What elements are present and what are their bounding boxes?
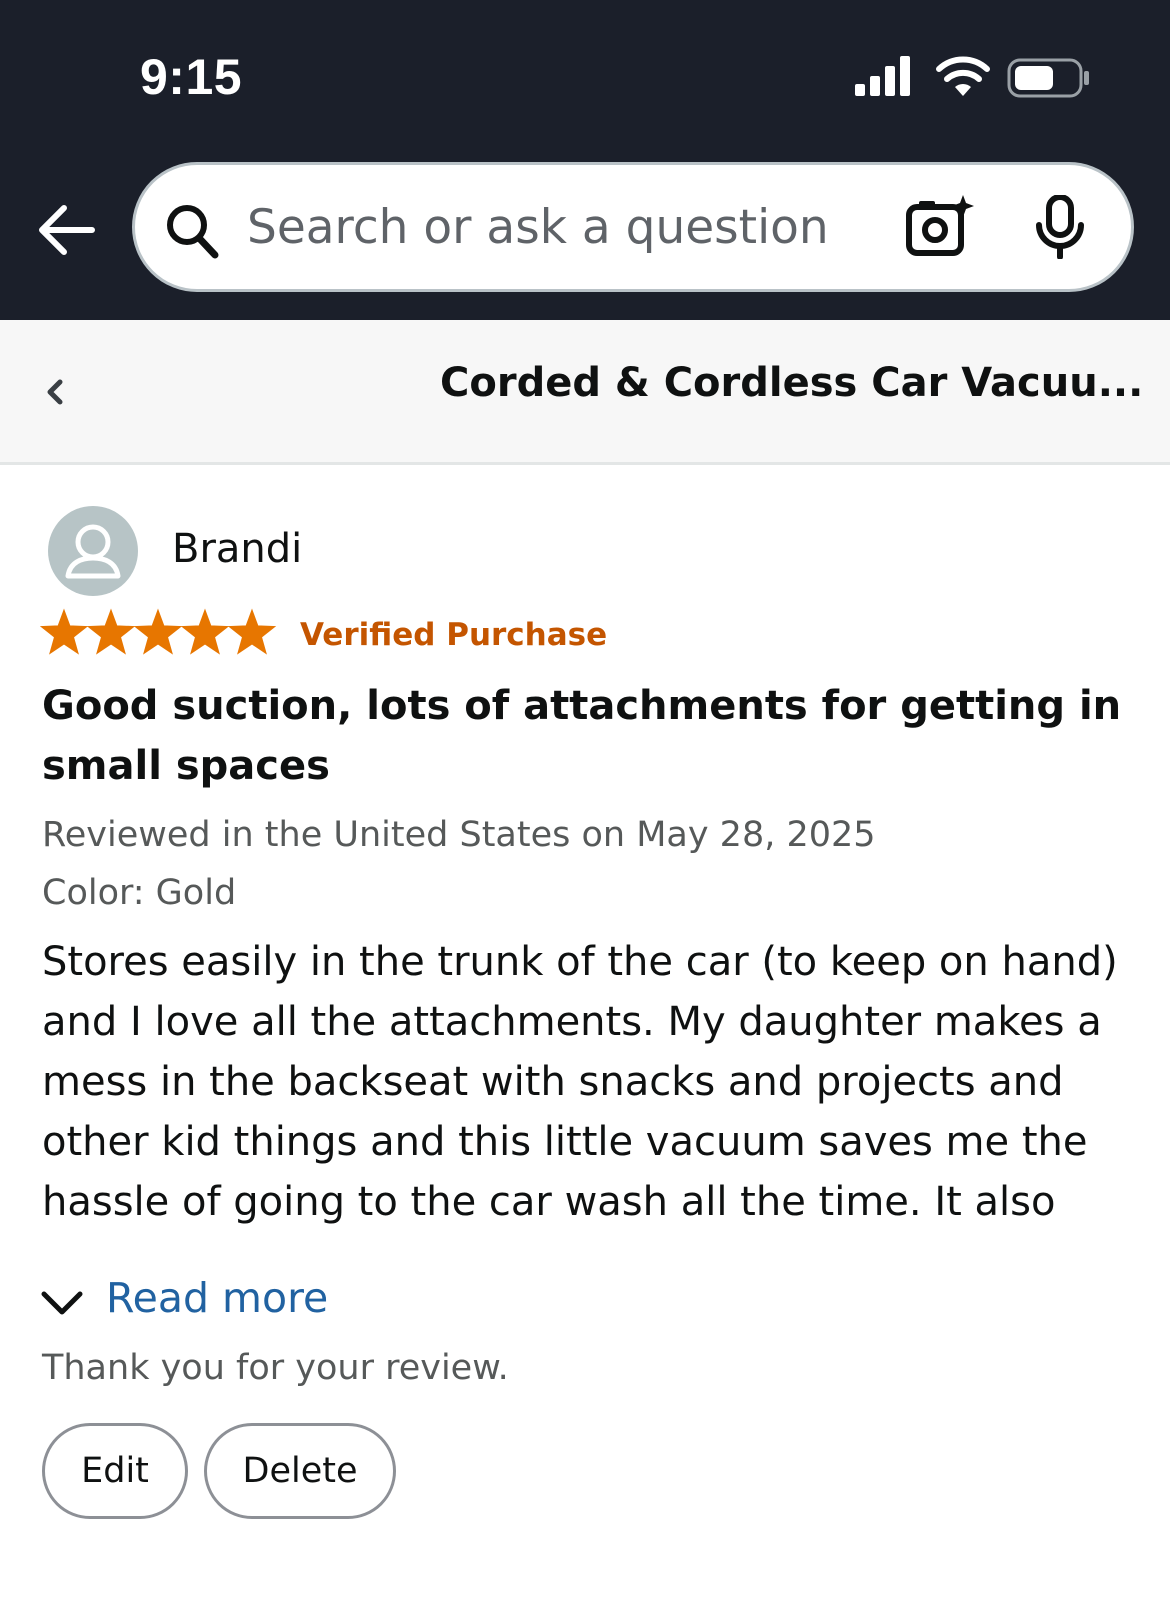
chevron-left-icon[interactable] [36,370,76,414]
review-title: Good suction, lots of attachments for ge… [42,683,1122,789]
star-icon [86,608,136,655]
thank-you-text: Thank you for your review. [42,1348,509,1388]
cellular-signal-icon [855,56,910,96]
search-bar[interactable] [132,162,1134,292]
search-input[interactable] [247,187,847,267]
verified-purchase-badge: Verified Purchase [300,617,608,653]
read-more-label[interactable]: Read more [106,1274,328,1322]
top-bar: 9:15 [0,0,1170,320]
star-icon [40,608,89,655]
search-icon [167,205,219,259]
chevron-down-icon [41,1291,83,1315]
review-body: Stores easily in the trunk of the car (t… [42,939,1118,1225]
status-icons [855,56,1095,100]
back-arrow-icon[interactable] [34,200,98,260]
product-subheader: Corded & Cordless Car Vacuu... [0,320,1170,465]
star-rating [40,608,277,655]
star-icon [133,608,183,655]
review-meta: Reviewed in the United States on May 28,… [42,806,1142,922]
status-time: 9:15 [140,49,243,105]
microphone-icon[interactable] [1035,195,1085,259]
wifi-icon [936,56,990,96]
battery-icon [1007,58,1089,98]
review-variant: Color: Gold [42,873,237,913]
delete-button[interactable]: Delete [204,1423,396,1519]
review-date: Reviewed in the United States on May 28,… [42,815,876,855]
camera-icon[interactable] [905,193,975,259]
user-avatar-icon [48,506,138,596]
edit-button[interactable]: Edit [42,1423,188,1519]
star-icon [180,608,230,655]
product-title[interactable]: Corded & Cordless Car Vacuu... [440,360,1143,406]
reviewer-name: Brandi [172,526,303,572]
star-icon [227,608,277,655]
